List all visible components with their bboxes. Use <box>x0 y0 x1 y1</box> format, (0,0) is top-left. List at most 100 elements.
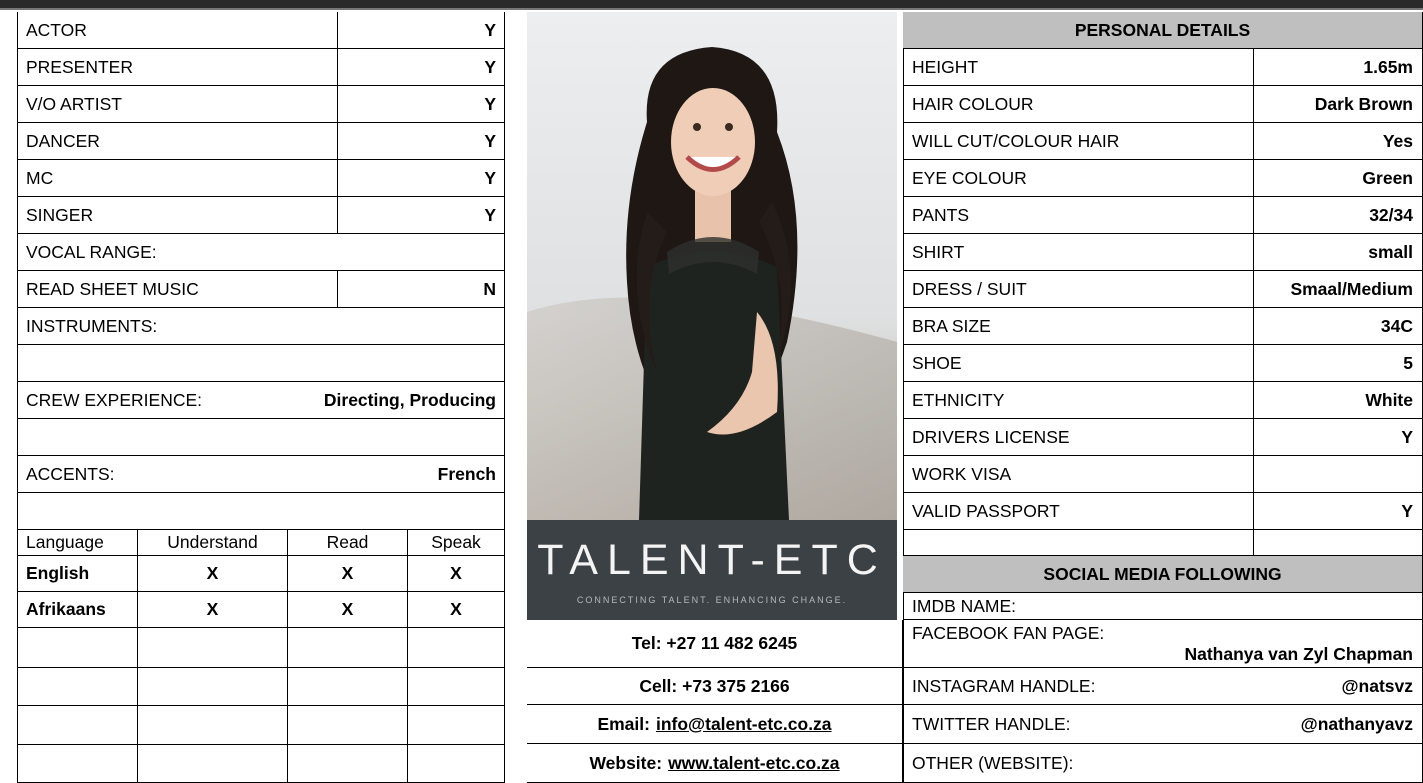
empty-cell <box>288 668 408 706</box>
crew-label: CREW EXPERIENCE: <box>26 389 202 410</box>
instruments-label: INSTRUMENTS: <box>18 308 505 345</box>
instagram-label: INSTAGRAM HANDLE: <box>912 675 1096 696</box>
portrait-illustration <box>527 12 897 520</box>
personal-value: 32/34 <box>1254 197 1423 234</box>
headshot-photo <box>527 12 897 520</box>
accents-value: French <box>437 463 496 484</box>
email-link[interactable]: info@talent-etc.co.za <box>656 714 832 735</box>
skill-label: MC <box>18 160 338 197</box>
facebook-row: FACEBOOK FAN PAGE: Nathanya van Zyl Chapm… <box>903 620 1423 668</box>
skill-label: V/O ARTIST <box>18 86 338 123</box>
lang-header: Speak <box>408 530 505 556</box>
language-mark: X <box>138 592 288 628</box>
personal-value: 1.65m <box>1254 49 1423 86</box>
empty-cell <box>18 745 138 783</box>
vocal-range-label: VOCAL RANGE: <box>18 234 505 271</box>
skill-value: Y <box>338 197 505 234</box>
crew-value: Directing, Producing <box>323 389 496 410</box>
crew-experience-row: CREW EXPERIENCE: Directing, Producing <box>18 382 505 419</box>
twitter-label: TWITTER HANDLE: <box>912 713 1071 734</box>
empty-cell <box>138 668 288 706</box>
skill-label: DANCER <box>18 123 338 160</box>
contact-email: Email: info@talent-etc.co.za <box>527 705 903 744</box>
empty-cell <box>288 706 408 745</box>
contact-cell: Cell: +73 375 2166 <box>527 668 903 705</box>
twitter-value: @nathanyavz <box>1300 713 1413 734</box>
personal-label: HAIR COLOUR <box>903 86 1254 123</box>
personal-label: VALID PASSPORT <box>903 493 1254 530</box>
language-mark: X <box>288 556 408 592</box>
personal-value <box>1254 456 1423 493</box>
empty-cell <box>408 628 505 668</box>
accents-label: ACCENTS: <box>26 463 115 484</box>
read-music-value: N <box>338 271 505 308</box>
empty-cell <box>408 668 505 706</box>
personal-label: DRESS / SUIT <box>903 271 1254 308</box>
instagram-row: INSTAGRAM HANDLE: @natsvz <box>903 668 1423 705</box>
logo-wordmark: TALENT-ETC <box>537 536 887 584</box>
blank-row <box>18 419 505 456</box>
skill-value: Y <box>338 49 505 86</box>
lang-header: Language <box>18 530 138 556</box>
personal-label: EYE COLOUR <box>903 160 1254 197</box>
blank-row <box>903 530 1254 556</box>
personal-label: BRA SIZE <box>903 308 1254 345</box>
personal-value: Y <box>1254 419 1423 456</box>
personal-value: Smaal/Medium <box>1254 271 1423 308</box>
personal-value: 5 <box>1254 345 1423 382</box>
personal-value: small <box>1254 234 1423 271</box>
personal-label: ETHNICITY <box>903 382 1254 419</box>
logo-tagline: CONNECTING TALENT. ENHANCING CHANGE. <box>576 595 848 605</box>
language-mark: X <box>408 592 505 628</box>
skill-label: PRESENTER <box>18 49 338 86</box>
empty-cell <box>288 745 408 783</box>
skill-value: Y <box>338 123 505 160</box>
facebook-value: Nathanya van Zyl Chapman <box>1184 643 1413 664</box>
language-mark: X <box>288 592 408 628</box>
personal-details-header: PERSONAL DETAILS <box>903 12 1423 49</box>
blank-row <box>1254 530 1423 556</box>
empty-cell <box>18 628 138 668</box>
language-name: Afrikaans <box>18 592 138 628</box>
personal-label: DRIVERS LICENSE <box>903 419 1254 456</box>
personal-value: Dark Brown <box>1254 86 1423 123</box>
language-mark: X <box>408 556 505 592</box>
empty-cell <box>18 668 138 706</box>
personal-value: 34C <box>1254 308 1423 345</box>
empty-cell <box>138 745 288 783</box>
personal-value: Y <box>1254 493 1423 530</box>
lang-header: Read <box>288 530 408 556</box>
personal-label: WILL CUT/COLOUR HAIR <box>903 123 1254 160</box>
personal-value: Yes <box>1254 123 1423 160</box>
social-media-header: SOCIAL MEDIA FOLLOWING <box>903 556 1423 593</box>
language-mark: X <box>138 556 288 592</box>
language-name: English <box>18 556 138 592</box>
twitter-row: TWITTER HANDLE: @nathanyavz <box>903 705 1423 744</box>
empty-cell <box>138 706 288 745</box>
contact-tel: Tel: +27 11 482 6245 <box>527 620 903 668</box>
blank-row <box>18 493 505 530</box>
personal-label: SHOE <box>903 345 1254 382</box>
personal-label: PANTS <box>903 197 1254 234</box>
skill-value: Y <box>338 12 505 49</box>
personal-value: Green <box>1254 160 1423 197</box>
accents-row: ACCENTS: French <box>18 456 505 493</box>
instagram-value: @natsvz <box>1341 675 1413 696</box>
top-bar <box>0 0 1423 10</box>
contact-website: Website: www.talent-etc.co.za <box>527 744 903 783</box>
skill-value: Y <box>338 86 505 123</box>
empty-cell <box>408 706 505 745</box>
empty-cell <box>288 628 408 668</box>
personal-label: WORK VISA <box>903 456 1254 493</box>
skill-label: ACTOR <box>18 12 338 49</box>
talent-etc-logo: TALENT-ETC CONNECTING TALENT. ENHANCING … <box>527 520 897 620</box>
empty-cell <box>18 706 138 745</box>
imdb-label: IMDB NAME: <box>903 593 1423 620</box>
blank-row <box>18 345 505 382</box>
website-link[interactable]: www.talent-etc.co.za <box>668 753 839 774</box>
personal-value: White <box>1254 382 1423 419</box>
skill-value: Y <box>338 160 505 197</box>
other-website-label: OTHER (WEBSITE): <box>903 744 1423 783</box>
empty-cell <box>138 628 288 668</box>
skill-label: SINGER <box>18 197 338 234</box>
